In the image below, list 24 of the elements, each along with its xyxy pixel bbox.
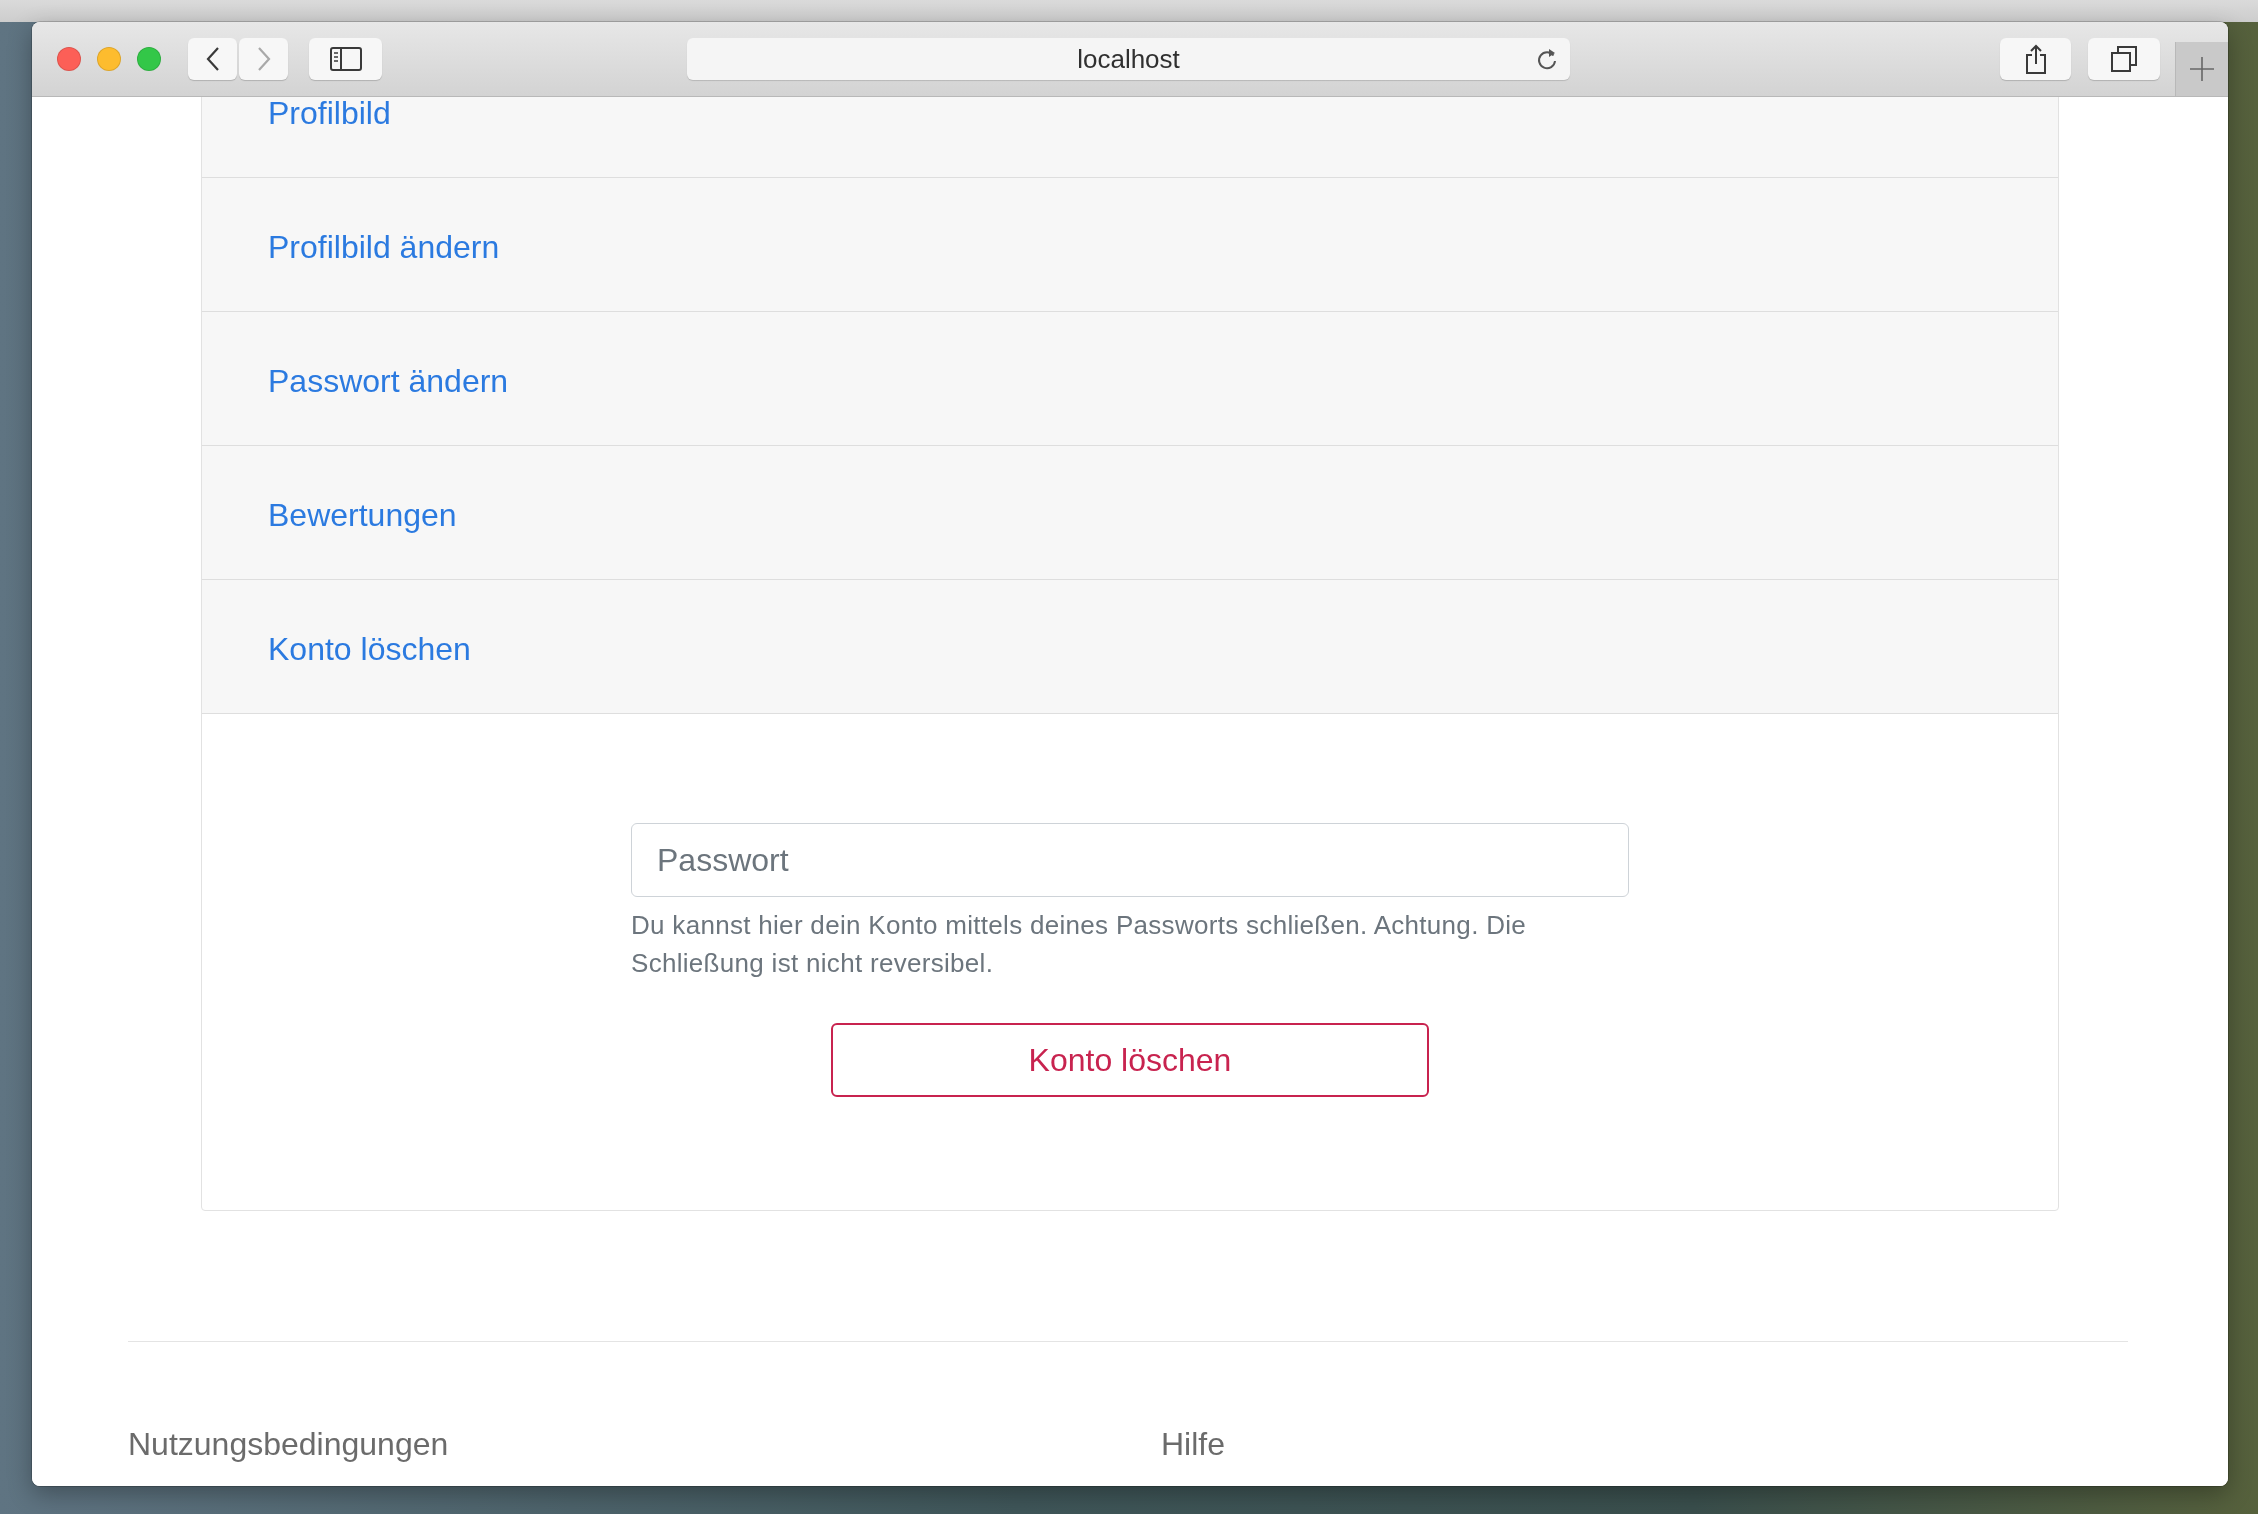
address-field[interactable]: localhost [687, 38, 1570, 80]
tabs-icon [2111, 46, 2137, 72]
settings-menu-item[interactable]: Konto löschen [202, 580, 2058, 714]
chevron-left-icon [205, 47, 220, 71]
sidebar-icon [329, 47, 362, 71]
share-icon [2024, 44, 2047, 74]
password-field[interactable]: Passwort [631, 823, 1629, 897]
url-text: localhost [1077, 43, 1180, 75]
settings-menu-item[interactable]: Profilbild [202, 97, 2058, 178]
chevron-right-icon [256, 47, 271, 71]
settings-menu-item[interactable]: Bewertungen [202, 446, 2058, 580]
settings-menu-item[interactable]: Passwort ändern [202, 312, 2058, 446]
footer-link[interactable]: Hilfe [1161, 1422, 1225, 1466]
footer-link[interactable]: Nutzungsbedingungen [128, 1422, 449, 1466]
help-text: Du kannst hier dein Konto mittels deines Passworts schließen. Achtung. Die Schließung ist nicht reversibel. [631, 909, 1528, 980]
sidebar-button[interactable] [309, 38, 382, 80]
plus-icon [2190, 57, 2214, 81]
close-button[interactable] [57, 47, 81, 71]
back-button[interactable] [188, 38, 237, 80]
delete-account-button[interactable]: Konto löschen [831, 1023, 1429, 1097]
share-button[interactable] [2000, 38, 2071, 80]
reload-icon[interactable] [1536, 47, 1558, 71]
settings-menu-item[interactable]: Profilbild ändern [202, 178, 2058, 312]
tabs-button[interactable] [2088, 38, 2160, 80]
